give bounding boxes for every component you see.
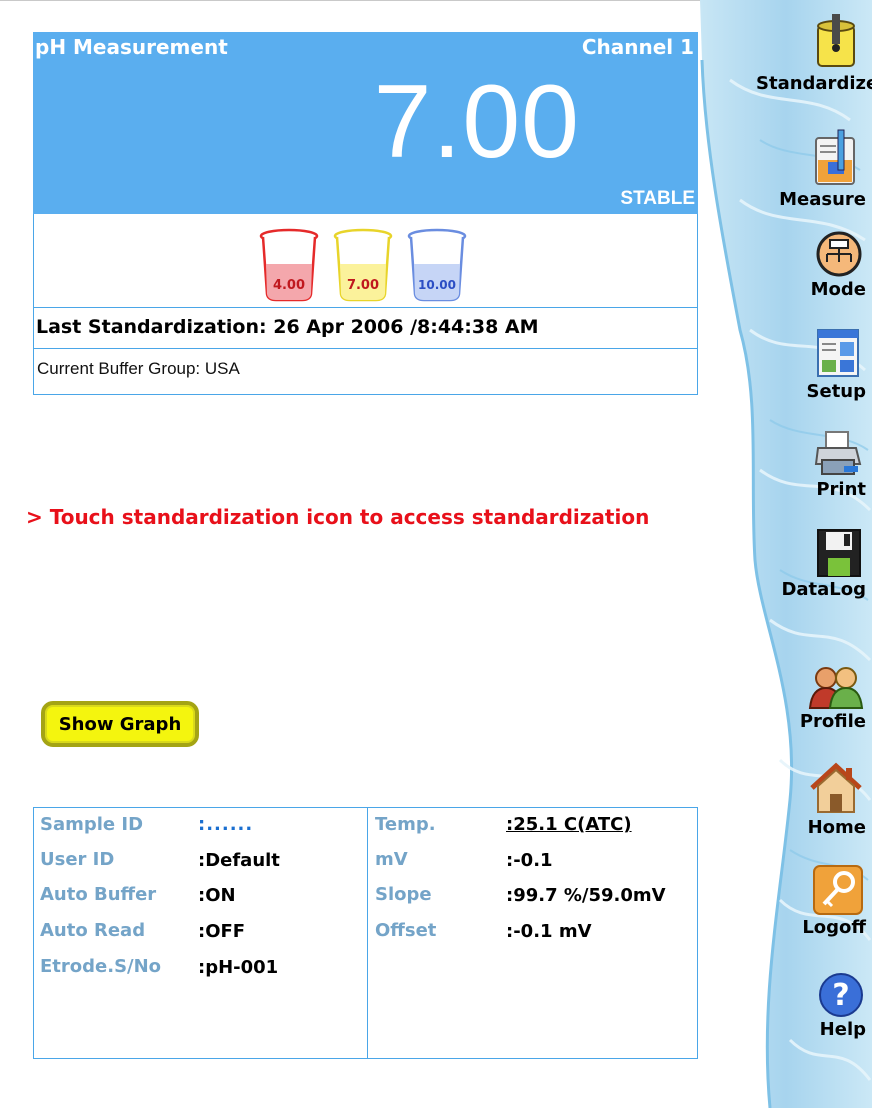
channel-label: Channel 1 xyxy=(581,35,694,59)
offset-value: :-0.1 mV xyxy=(506,921,592,942)
last-standardization-row: Last Standardization: 26 Apr 2006 /8:44:… xyxy=(34,307,697,349)
measure-label: Measure xyxy=(779,189,866,210)
datalog-label: DataLog xyxy=(781,579,866,600)
printer-icon xyxy=(814,431,862,475)
svg-text:?: ? xyxy=(832,978,849,1013)
floppy-disk-icon xyxy=(817,529,861,577)
instruction-message: > Touch standardization icon to access s… xyxy=(26,505,650,529)
offset-label: Offset xyxy=(375,920,437,941)
mode-icon xyxy=(816,231,862,277)
buffer-3-label: 10.00 xyxy=(418,278,456,292)
measure-icon xyxy=(815,129,855,185)
datalog-button[interactable]: DataLog xyxy=(756,528,866,600)
auto-read-label: Auto Read xyxy=(40,920,146,941)
logoff-label: Logoff xyxy=(802,917,866,938)
electrode-serial-value: :pH-001 xyxy=(198,957,279,978)
help-button[interactable]: ? Help xyxy=(756,972,866,1040)
logoff-button[interactable]: Logoff xyxy=(756,864,866,938)
buffer-2-label: 7.00 xyxy=(347,278,379,293)
standardize-label: Standardize xyxy=(756,73,872,94)
stability-status: STABLE xyxy=(620,188,695,209)
show-graph-button[interactable]: Show Graph xyxy=(41,701,199,747)
beaker-red-icon: 4.00 xyxy=(259,228,319,302)
home-button[interactable]: Home xyxy=(756,760,866,838)
user-id-value: :Default xyxy=(198,850,280,871)
mv-value: :-0.1 xyxy=(506,850,553,871)
temp-value[interactable]: :25.1 C(ATC) xyxy=(506,814,632,835)
temp-label: Temp. xyxy=(375,814,436,835)
top-border xyxy=(0,0,700,5)
measurement-title: pH Measurement xyxy=(35,35,228,59)
last-standardization: Last Standardization: 26 Apr 2006 /8:44:… xyxy=(36,316,539,338)
setup-label: Setup xyxy=(806,381,866,402)
column-divider xyxy=(367,808,368,1058)
standardize-icon xyxy=(817,14,855,67)
buffer-beakers: 4.00 7.00 10.00 xyxy=(259,228,467,302)
ph-reading: 7.00 xyxy=(373,64,580,180)
slope-value: :99.7 %/59.0mV xyxy=(506,885,666,906)
sample-id-label: Sample ID xyxy=(40,814,144,835)
measurement-panel: pH Measurement Channel 1 7.00 STABLE xyxy=(33,32,698,214)
setup-icon xyxy=(817,329,859,377)
profile-button[interactable]: Profile xyxy=(756,666,866,732)
mv-label: mV xyxy=(375,849,408,870)
auto-buffer-value: :ON xyxy=(198,885,236,906)
buffer-1-label: 4.00 xyxy=(273,278,305,293)
standardization-info: 4.00 7.00 10.00 Last Standardization: 26… xyxy=(33,214,698,395)
auto-buffer-label: Auto Buffer xyxy=(40,884,157,905)
user-id-label: User ID xyxy=(40,849,115,870)
slope-label: Slope xyxy=(375,884,432,905)
print-label: Print xyxy=(816,479,866,500)
home-icon xyxy=(810,762,862,813)
sample-id-value[interactable]: :...... xyxy=(198,814,253,835)
standardize-button[interactable]: Standardize xyxy=(756,12,872,94)
toolbar-sidebar: Standardize Measure Mode Setup Print Dat… xyxy=(700,0,872,1108)
mode-label: Mode xyxy=(810,279,866,300)
home-label: Home xyxy=(807,817,866,838)
beaker-yellow-icon: 7.00 xyxy=(333,228,393,302)
beaker-blue-icon: 10.00 xyxy=(407,228,467,302)
help-icon: ? xyxy=(819,973,863,1017)
details-table: Sample ID :...... User ID :Default Auto … xyxy=(33,807,698,1059)
auto-read-value: :OFF xyxy=(198,921,246,942)
mode-button[interactable]: Mode xyxy=(756,230,866,300)
electrode-serial-label: Etrode.S/No xyxy=(40,956,162,977)
print-button[interactable]: Print xyxy=(756,430,866,500)
setup-button[interactable]: Setup xyxy=(756,326,866,402)
users-icon xyxy=(808,667,864,709)
measure-button[interactable]: Measure xyxy=(756,128,866,210)
profile-label: Profile xyxy=(799,711,866,732)
key-icon xyxy=(813,865,863,915)
help-label: Help xyxy=(819,1019,866,1040)
buffer-group: Current Buffer Group: USA xyxy=(37,359,240,378)
